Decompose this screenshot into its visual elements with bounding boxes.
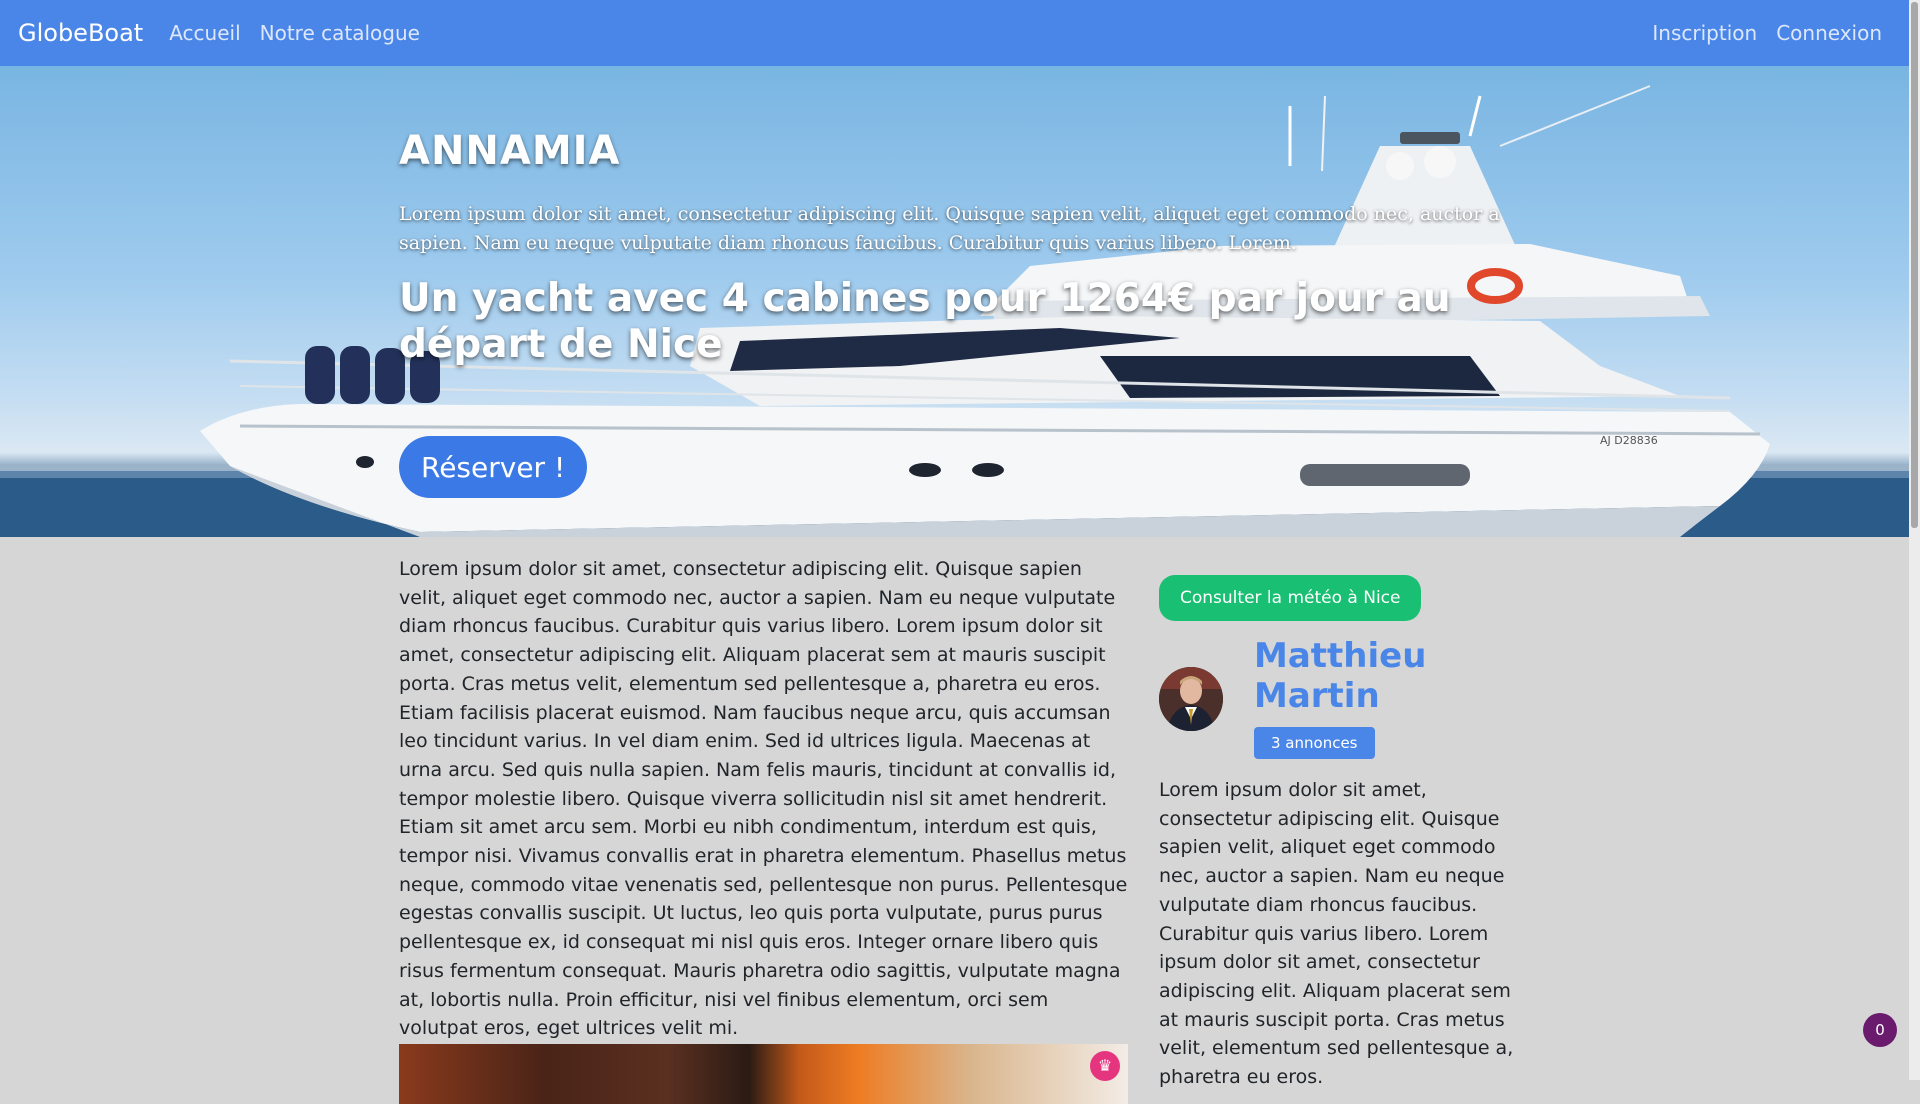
- nav-right-group: Inscription Connexion: [1652, 21, 1901, 45]
- nav-link-catalogue[interactable]: Notre catalogue: [260, 21, 420, 45]
- weather-button[interactable]: Consulter la météo à Nice: [1159, 575, 1422, 621]
- hero-banner: AJ D28836 ANNAMIA Lorem ipsum dolor sit …: [0, 66, 1909, 537]
- owner-name[interactable]: Matthieu Martin: [1254, 636, 1474, 716]
- nav-link-accueil[interactable]: Accueil: [169, 21, 240, 45]
- notification-counter[interactable]: 0: [1863, 1013, 1897, 1047]
- navbar: GlobeBoat Accueil Notre catalogue Inscri…: [0, 0, 1909, 66]
- owner-description: Lorem ipsum dolor sit amet, consectetur …: [1159, 779, 1514, 1089]
- owner-portrait-icon: [1159, 667, 1223, 731]
- owner-avatar[interactable]: [1159, 667, 1223, 731]
- scrollbar-thumb[interactable]: [1911, 2, 1918, 528]
- boat-gallery-photo[interactable]: ♛: [399, 1044, 1128, 1104]
- vertical-scrollbar[interactable]: [1909, 0, 1920, 1080]
- boat-headline: Un yacht avec 4 cabines pour 1264€ par j…: [399, 276, 1451, 367]
- nav-link-connexion[interactable]: Connexion: [1776, 21, 1882, 45]
- boat-short-description: Lorem ipsum dolor sit amet, consectetur …: [399, 203, 1500, 254]
- reserve-button[interactable]: Réserver !: [399, 436, 588, 498]
- ads-count-badge[interactable]: 3 annonces: [1254, 727, 1375, 759]
- boat-title: ANNAMIA: [399, 128, 621, 174]
- hero-content: ANNAMIA Lorem ipsum dolor sit amet, cons…: [399, 128, 1529, 368]
- boat-description: Lorem ipsum dolor sit amet, consectetur …: [399, 558, 1128, 1040]
- hull-registration: AJ D28836: [1600, 434, 1658, 447]
- nav-link-inscription[interactable]: Inscription: [1652, 21, 1757, 45]
- crown-icon: ♛: [1090, 1051, 1120, 1081]
- brand-logo[interactable]: GlobeBoat: [18, 19, 143, 47]
